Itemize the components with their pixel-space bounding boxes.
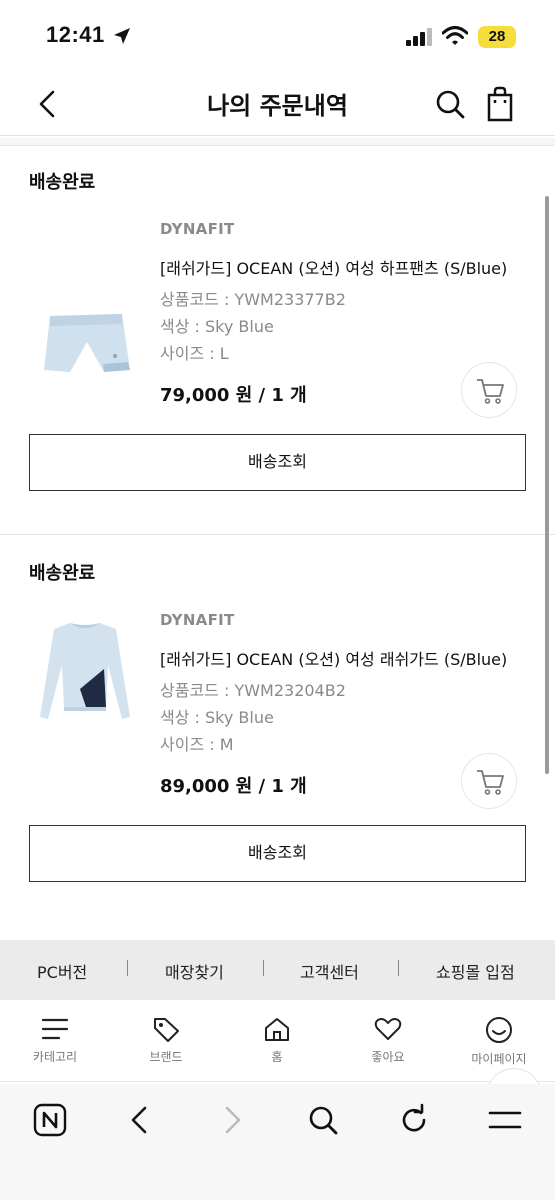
smile-icon xyxy=(486,1017,512,1043)
search-icon[interactable] xyxy=(432,86,468,122)
status-time: 12:41 xyxy=(46,22,105,47)
product-image-rashguard[interactable] xyxy=(30,609,140,749)
location-arrow-icon xyxy=(114,28,130,44)
footer-separator xyxy=(127,960,128,976)
menu-icon xyxy=(41,1018,69,1040)
menu-icon[interactable] xyxy=(487,1102,523,1138)
app-header: 나의 주문내역 xyxy=(0,72,555,136)
refresh-icon[interactable] xyxy=(396,1102,432,1138)
product-name[interactable]: [래쉬가드] OCEAN (오션) 여성 하프팬츠 (S/Blue) xyxy=(160,255,507,279)
product-brand: DYNAFIT xyxy=(160,220,235,238)
browser-toolbar xyxy=(0,1084,555,1200)
tab-mypage[interactable]: 마이페이지 xyxy=(454,1016,544,1067)
header-divider xyxy=(0,138,555,146)
shopping-bag-icon[interactable] xyxy=(482,85,518,123)
battery-badge: 28 xyxy=(478,26,516,48)
bottom-tab-bar: 카테고리 브랜드 홈 좋아요 마이페이지 xyxy=(0,1000,555,1082)
tab-label: 마이페이지 xyxy=(471,1052,527,1066)
tab-label: 좋아요 xyxy=(371,1050,405,1064)
footer-separator xyxy=(398,960,399,976)
track-delivery-button[interactable]: 배송조회 xyxy=(29,825,526,882)
footer-link-store-finder[interactable]: 매장찾기 xyxy=(165,959,224,983)
tab-brand[interactable]: 브랜드 xyxy=(121,1016,211,1065)
product-code: 상품코드 : YWM23204B2 xyxy=(160,681,346,700)
add-to-cart-button[interactable] xyxy=(461,362,517,418)
tab-home[interactable]: 홈 xyxy=(232,1016,322,1065)
tab-category[interactable]: 카테고리 xyxy=(10,1016,100,1065)
heart-icon xyxy=(374,1018,402,1040)
order-status: 배송완료 xyxy=(29,172,96,193)
product-color: 색상 : Sky Blue xyxy=(160,317,274,336)
tab-label: 홈 xyxy=(271,1050,283,1064)
product-size: 사이즈 : L xyxy=(160,344,229,363)
status-bar: 12:41 28 xyxy=(0,0,555,72)
tag-icon xyxy=(154,1018,179,1042)
track-delivery-button[interactable]: 배송조회 xyxy=(29,434,526,491)
back-arrow-icon[interactable] xyxy=(122,1102,158,1138)
product-image-shorts[interactable] xyxy=(30,238,140,378)
tab-label: 카테고리 xyxy=(32,1050,78,1064)
product-code: 상품코드 : YWM23377B2 xyxy=(160,290,346,309)
product-name[interactable]: [래쉬가드] OCEAN (오션) 여성 래쉬가드 (S/Blue) xyxy=(160,646,507,670)
order-divider xyxy=(0,534,555,535)
footer-separator xyxy=(263,960,264,976)
product-size: 사이즈 : M xyxy=(160,735,234,754)
order-card: 배송완료 DYNAFIT [래쉬가드] OCEAN (오션) 여성 하프팬츠 (… xyxy=(0,168,555,534)
forward-arrow-icon[interactable] xyxy=(214,1102,250,1138)
tab-label: 브랜드 xyxy=(149,1050,183,1064)
cart-icon xyxy=(477,770,504,795)
footer-links: PC버전 매장찾기 고객센터 쇼핑몰 입점 xyxy=(0,940,555,1000)
add-to-cart-button[interactable] xyxy=(461,753,517,809)
footer-link-customer-center[interactable]: 고객센터 xyxy=(300,959,359,983)
product-price: 79,000 원 / 1 개 xyxy=(160,385,307,406)
order-status: 배송완료 xyxy=(29,563,96,584)
signal-icon xyxy=(406,28,432,46)
home-icon xyxy=(265,1018,289,1041)
tab-likes[interactable]: 좋아요 xyxy=(343,1016,433,1065)
order-card: 배송완료 DYNAFIT [래쉬가드] OCEAN (오션) 여성 래쉬가드 (… xyxy=(0,559,555,925)
search-icon[interactable] xyxy=(305,1102,341,1138)
product-price: 89,000 원 / 1 개 xyxy=(160,776,307,797)
footer-link-mall-entry[interactable]: 쇼핑몰 입점 xyxy=(436,959,515,983)
wifi-icon xyxy=(442,26,468,45)
page-title: 나의 주문내역 xyxy=(207,92,348,120)
cart-icon xyxy=(477,379,504,404)
footer-link-pc-version[interactable]: PC버전 xyxy=(37,959,87,983)
naver-icon[interactable] xyxy=(32,1102,68,1138)
scrollbar[interactable] xyxy=(545,196,549,774)
product-color: 색상 : Sky Blue xyxy=(160,708,274,727)
product-brand: DYNAFIT xyxy=(160,611,235,629)
